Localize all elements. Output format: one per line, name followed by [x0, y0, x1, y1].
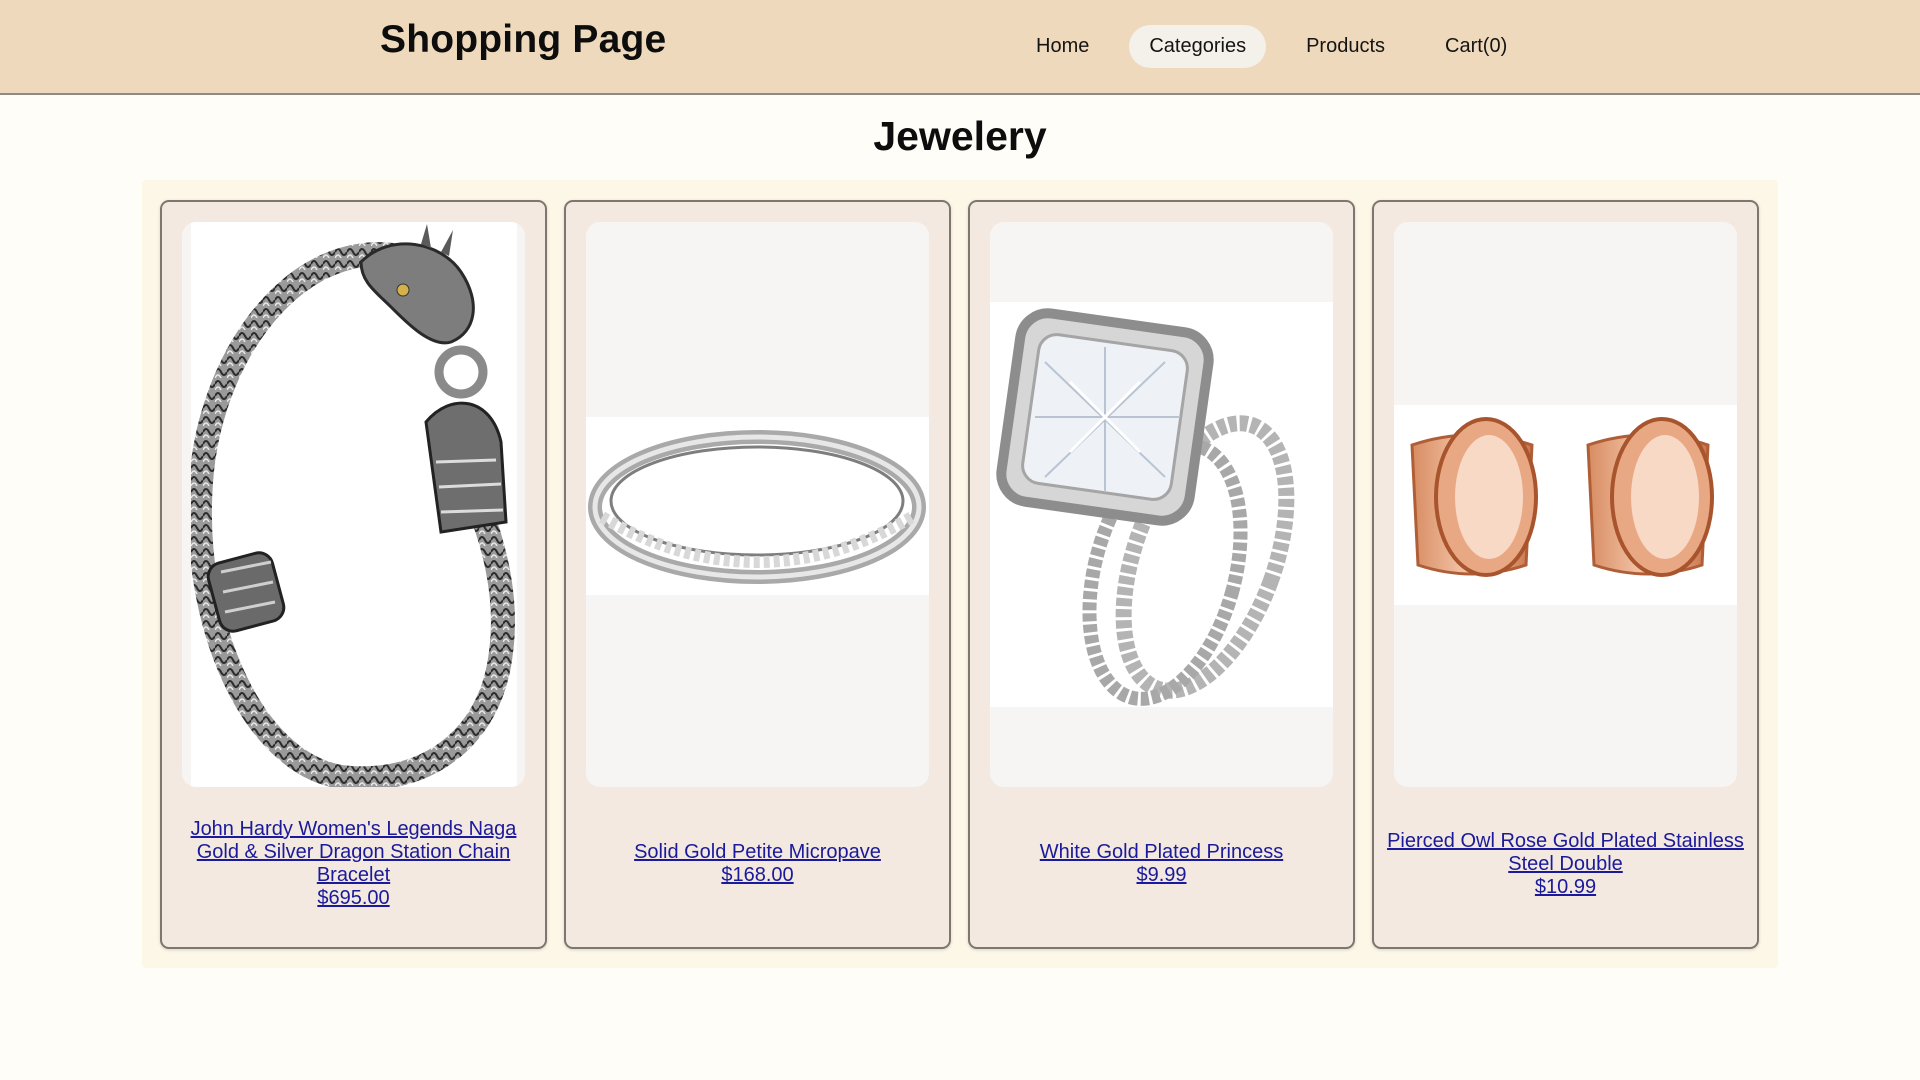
site-title: Shopping Page	[380, 18, 667, 61]
product-title-link[interactable]: White Gold Plated Princess	[982, 841, 1341, 864]
product-price-link[interactable]: $695.00	[174, 887, 533, 910]
product-info: John Hardy Women's Legends Naga Gold & S…	[174, 818, 533, 910]
product-title-link[interactable]: Pierced Owl Rose Gold Plated Stainless S…	[1386, 830, 1745, 876]
product-card: Pierced Owl Rose Gold Plated Stainless S…	[1372, 200, 1759, 949]
product-grid: John Hardy Women's Legends Naga Gold & S…	[142, 180, 1778, 968]
nav-categories[interactable]: Categories	[1129, 25, 1267, 68]
product-image-frame[interactable]	[1394, 222, 1737, 787]
dragon-bracelet-image	[191, 222, 517, 787]
silver-band-ring-image	[586, 417, 929, 595]
nav-products[interactable]: Products	[1286, 25, 1405, 68]
main-nav: Home Categories Products Cart(0)	[1016, 25, 1547, 68]
princess-ring-set-image	[990, 302, 1333, 707]
category-heading: Jewelery	[873, 113, 1047, 159]
product-price-link[interactable]: $9.99	[982, 864, 1341, 887]
product-card: John Hardy Women's Legends Naga Gold & S…	[160, 200, 547, 949]
product-image-frame[interactable]	[182, 222, 525, 787]
product-info: White Gold Plated Princess $9.99	[982, 841, 1341, 887]
product-price-link[interactable]: $168.00	[578, 864, 937, 887]
product-price-link[interactable]: $10.99	[1386, 876, 1745, 899]
nav-home[interactable]: Home	[1016, 25, 1109, 68]
nav-cart[interactable]: Cart(0)	[1425, 25, 1527, 68]
product-card: White Gold Plated Princess $9.99	[968, 200, 1355, 949]
product-image-frame[interactable]	[990, 222, 1333, 787]
product-card: Solid Gold Petite Micropave $168.00	[564, 200, 951, 949]
product-info: Solid Gold Petite Micropave $168.00	[578, 841, 937, 887]
site-header: Shopping Page Home Categories Products C…	[0, 0, 1920, 95]
product-image-frame[interactable]	[586, 222, 929, 787]
product-info: Pierced Owl Rose Gold Plated Stainless S…	[1386, 830, 1745, 899]
product-title-link[interactable]: John Hardy Women's Legends Naga Gold & S…	[174, 818, 533, 887]
product-title-link[interactable]: Solid Gold Petite Micropave	[578, 841, 937, 864]
rose-gold-tunnels-image	[1394, 405, 1737, 605]
